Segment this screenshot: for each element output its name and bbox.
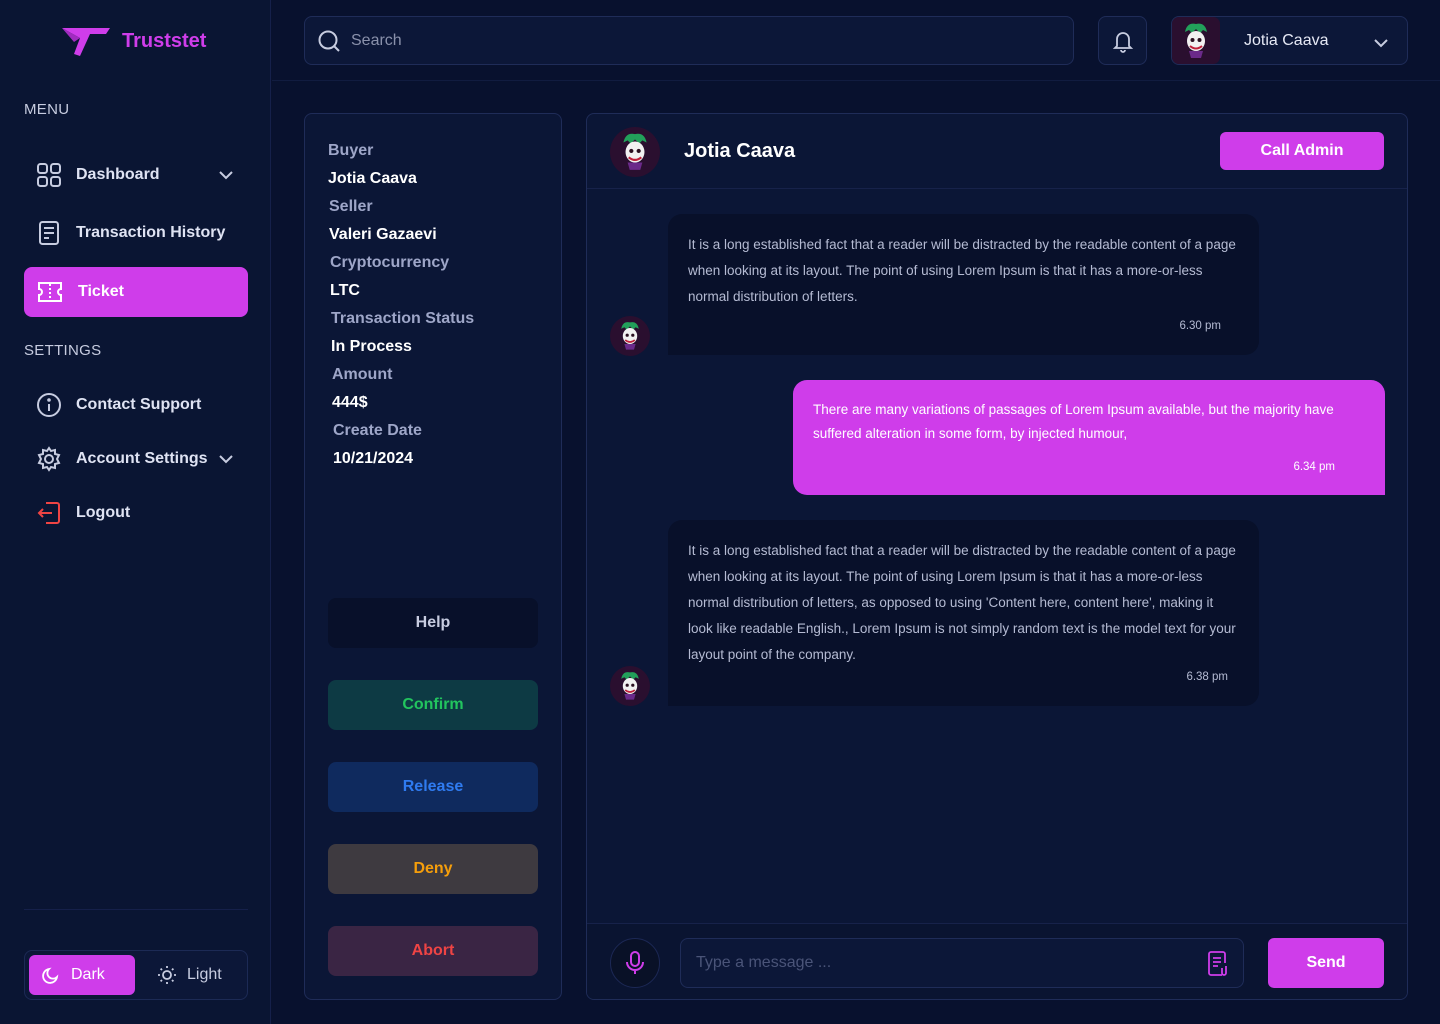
sidebar-item-ticket[interactable]: Ticket: [24, 267, 248, 317]
microphone-icon: [626, 951, 644, 974]
cryptocurrency-value: LTC: [330, 282, 360, 299]
send-button[interactable]: Send: [1268, 938, 1384, 988]
chevron-down-icon[interactable]: [1371, 33, 1391, 53]
amount-value: 444$: [332, 394, 368, 411]
message-bubble-outgoing: There are many variations of passages of…: [793, 380, 1385, 495]
message-text: It is a long established fact that a rea…: [688, 543, 1236, 662]
search-bar[interactable]: [304, 16, 1074, 65]
header-divider: [272, 80, 1440, 81]
theme-dark-button[interactable]: Dark: [29, 955, 135, 995]
avatar: [1172, 17, 1220, 64]
theme-light-label: Light: [187, 966, 222, 983]
sidebar: Truststet MENU Dashboard Transaction His…: [0, 0, 271, 1024]
sidebar-item-label: Contact Support: [76, 396, 202, 413]
message-composer: Send: [587, 923, 1407, 999]
transaction-details-panel: Buyer Jotia Caava Seller Valeri Gazaevi …: [304, 113, 562, 1000]
search-input[interactable]: [351, 31, 1051, 50]
ticket-icon: [38, 282, 62, 302]
sidebar-item-dashboard[interactable]: Dashboard: [24, 150, 248, 200]
sidebar-item-account-settings[interactable]: Account Settings: [24, 434, 248, 484]
avatar: [610, 127, 660, 177]
document-icon: [39, 221, 59, 245]
settings-section-label: SETTINGS: [24, 342, 102, 359]
gear-icon: [37, 446, 61, 472]
theme-toggle: Dark Light: [24, 950, 248, 1000]
message-field[interactable]: [680, 938, 1244, 988]
brand-name: Truststet: [122, 29, 207, 52]
sidebar-item-label: Dashboard: [76, 166, 160, 183]
deny-button[interactable]: Deny: [328, 844, 538, 894]
notifications-button[interactable]: [1098, 16, 1147, 65]
sidebar-item-transaction-history[interactable]: Transaction History: [24, 208, 248, 258]
call-admin-button[interactable]: Call Admin: [1220, 132, 1384, 170]
user-name: Jotia Caava: [1244, 31, 1329, 49]
message-input[interactable]: [696, 954, 1176, 972]
joker-avatar-icon: [621, 322, 639, 350]
truststet-logo-icon: [62, 28, 110, 56]
help-button[interactable]: Help: [328, 598, 538, 648]
logout-icon: [37, 502, 60, 524]
joker-avatar-icon: [1185, 23, 1207, 58]
transaction-status-label: Transaction Status: [331, 310, 475, 327]
user-menu[interactable]: Jotia Caava: [1171, 16, 1408, 65]
message-bubble-incoming: It is a long established fact that a rea…: [668, 520, 1259, 706]
sun-icon: [158, 966, 176, 984]
release-button[interactable]: Release: [328, 762, 538, 812]
avatar: [610, 316, 650, 356]
brand-logo[interactable]: Truststet: [60, 24, 206, 58]
create-date-label: Create Date: [333, 422, 422, 439]
seller-value: Valeri Gazaevi: [329, 226, 437, 243]
cryptocurrency-label: Cryptocurrency: [330, 254, 450, 271]
buyer-label: Buyer: [328, 142, 374, 159]
sidebar-item-label: Ticket: [78, 283, 124, 300]
chat-contact-name: Jotia Caava: [684, 140, 796, 162]
voice-message-button[interactable]: [610, 938, 660, 988]
buyer-value: Jotia Caava: [328, 170, 417, 187]
message-bubble-incoming: It is a long established fact that a rea…: [668, 214, 1259, 355]
amount-label: Amount: [332, 366, 393, 383]
transaction-status-value: In Process: [331, 338, 412, 355]
seller-label: Seller: [329, 198, 373, 215]
chevron-down-icon[interactable]: [216, 165, 236, 185]
sidebar-item-logout[interactable]: Logout: [24, 488, 248, 538]
menu-section-label: MENU: [24, 101, 70, 118]
chat-panel: Jotia Caava Call Admin It is a long esta…: [586, 113, 1408, 1000]
grid-icon: [37, 163, 61, 187]
message-time: 6.34 pm: [1293, 461, 1335, 473]
message-text: There are many variations of passages of…: [813, 402, 1334, 441]
bell-icon: [1112, 31, 1133, 53]
info-icon: [37, 393, 61, 417]
abort-button[interactable]: Abort: [328, 926, 538, 976]
joker-avatar-icon: [621, 672, 639, 700]
sidebar-divider: [24, 909, 248, 910]
sidebar-item-contact-support[interactable]: Contact Support: [24, 380, 248, 430]
create-date-value: 10/21/2024: [333, 450, 414, 467]
message-time: 6.30 pm: [1179, 320, 1221, 332]
avatar: [610, 666, 650, 706]
theme-light-button[interactable]: Light: [157, 955, 243, 995]
message-text: It is a long established fact that a rea…: [688, 237, 1236, 304]
message-time: 6.38 pm: [1186, 671, 1228, 683]
chevron-down-icon[interactable]: [216, 449, 236, 469]
theme-dark-label: Dark: [71, 966, 105, 983]
joker-avatar-icon: [623, 133, 647, 170]
chat-header-divider: [587, 188, 1407, 189]
sidebar-item-label: Account Settings: [76, 450, 208, 467]
moon-icon: [42, 967, 59, 984]
sidebar-item-label: Transaction History: [76, 224, 226, 241]
confirm-button[interactable]: Confirm: [328, 680, 538, 730]
search-icon: [318, 30, 340, 52]
attachment-icon[interactable]: [1207, 950, 1231, 978]
sidebar-item-label: Logout: [76, 504, 131, 521]
